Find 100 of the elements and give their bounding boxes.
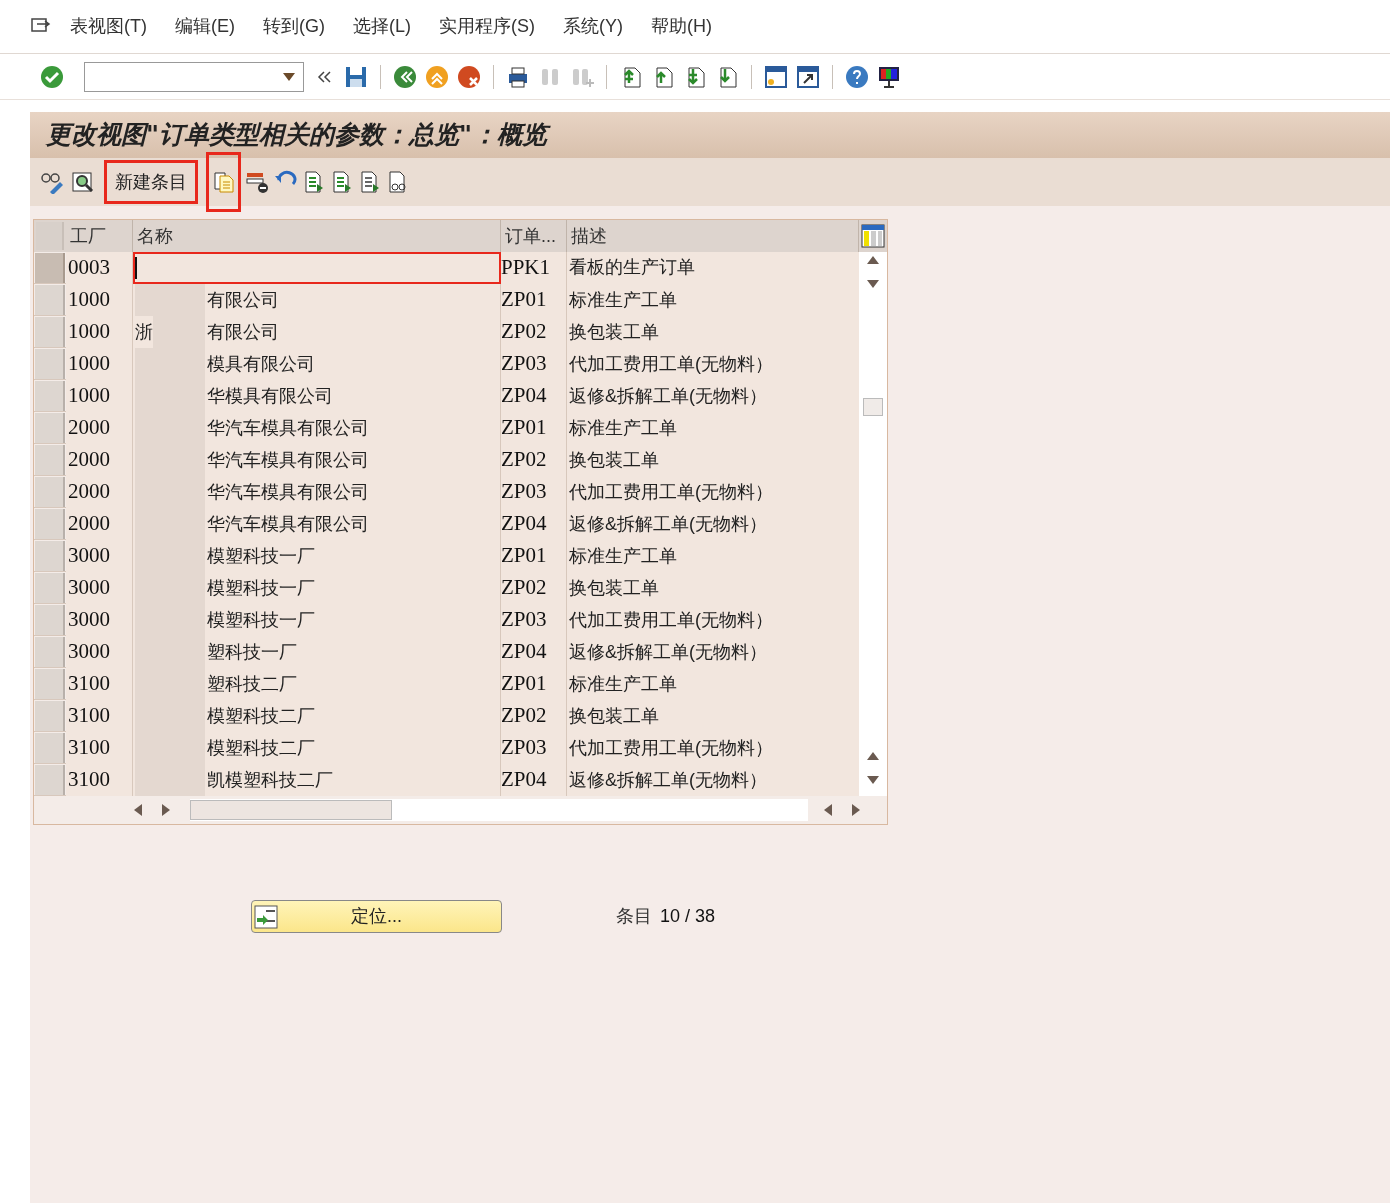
scroll-left-icon[interactable] <box>824 804 832 816</box>
table-cell: 返修&拆解工单(无物料） <box>567 636 859 668</box>
scroll-thumb[interactable] <box>863 398 883 416</box>
table-cell: 标准生产工单 <box>567 540 859 572</box>
table-cell: ZP04 <box>501 508 567 540</box>
menu-item[interactable]: 表视图(T) <box>70 13 147 40</box>
menu-item[interactable]: 帮助(H) <box>651 13 712 40</box>
name-field[interactable]: 华汽车模具有限公司 <box>133 412 501 444</box>
back-icon[interactable] <box>393 64 417 89</box>
scroll-up-icon[interactable] <box>867 752 879 760</box>
table-cell: 换包装工单 <box>567 572 859 604</box>
name-field[interactable] <box>133 252 501 284</box>
print-icon[interactable] <box>506 64 530 89</box>
save-icon[interactable] <box>344 64 368 89</box>
name-field[interactable]: 华汽车模具有限公司 <box>133 444 501 476</box>
name-field[interactable]: 华汽车模具有限公司 <box>133 476 501 508</box>
name-field[interactable]: 模塑科技一厂 <box>133 540 501 572</box>
table-cell: ZP01 <box>501 284 567 316</box>
display-icon[interactable] <box>70 170 96 194</box>
table-cell: ZP02 <box>501 444 567 476</box>
menu-item[interactable]: 转到(G) <box>263 13 325 40</box>
table-cell: 换包装工单 <box>567 316 859 348</box>
scroll-thumb[interactable] <box>190 800 392 820</box>
table-cell: 返修&拆解工单(无物料） <box>567 380 859 412</box>
entry-label: 条目 <box>616 905 652 928</box>
table-cell: 返修&拆解工单(无物料） <box>567 508 859 540</box>
vertical-scrollbar[interactable] <box>859 252 887 796</box>
title-bar: 更改视图"订单类型相关的参数：总览"：概览 <box>30 112 1390 158</box>
scroll-right-icon[interactable] <box>162 804 170 816</box>
entry-count: 10 / 38 <box>660 905 716 928</box>
name-field[interactable]: 凯模塑科技二厂 <box>133 764 501 796</box>
name-field[interactable]: 模塑科技二厂 <box>133 732 501 764</box>
name-text: 有限公司 <box>207 288 279 312</box>
name-field[interactable]: 模塑科技二厂 <box>133 700 501 732</box>
table-cell: 3100 <box>66 732 133 764</box>
name-text: 模具有限公司 <box>207 352 315 376</box>
table-cell: 3000 <box>66 540 133 572</box>
table-cell: 3000 <box>66 636 133 668</box>
table-cell: ZP03 <box>501 604 567 636</box>
table-cell: 3100 <box>66 700 133 732</box>
menu-item[interactable]: 系统(Y) <box>563 13 623 40</box>
name-field[interactable]: 模具有限公司 <box>133 348 501 380</box>
delete-row-icon[interactable] <box>245 170 269 194</box>
name-text: 塑科技二厂 <box>207 672 297 696</box>
cancel-icon[interactable] <box>457 64 481 89</box>
dropdown-icon[interactable] <box>283 72 295 81</box>
table-cell: 3100 <box>66 668 133 700</box>
table-cell: 2000 <box>66 476 133 508</box>
position-button[interactable]: 定位... <box>251 900 502 933</box>
table-cell: 0003 <box>66 252 133 284</box>
scroll-down-icon[interactable] <box>867 280 879 288</box>
monitor-icon[interactable] <box>877 64 901 89</box>
name-field[interactable]: 浙 有限公司 <box>133 316 501 348</box>
table-cell: 标准生产工单 <box>567 668 859 700</box>
scroll-left-icon[interactable] <box>134 804 142 816</box>
name-field[interactable]: 塑科技二厂 <box>133 668 501 700</box>
column-settings-icon[interactable] <box>861 224 885 248</box>
table-cell: ZP03 <box>501 476 567 508</box>
table-cell: 1000 <box>66 284 133 316</box>
name-field[interactable]: 华汽车模具有限公司 <box>133 508 501 540</box>
scroll-right-icon[interactable] <box>852 804 860 816</box>
name-text: 模塑科技一厂 <box>207 608 315 632</box>
name-text: 有限公司 <box>207 320 279 344</box>
name-text: 模塑科技一厂 <box>207 544 315 568</box>
table-cell: ZP04 <box>501 636 567 668</box>
scroll-up-icon[interactable] <box>867 256 879 264</box>
new-window-icon[interactable] <box>764 64 788 89</box>
table-cell: ZP01 <box>501 412 567 444</box>
table-cell: 代加工费用工单(无物料） <box>567 604 859 636</box>
table-cell: 标准生产工单 <box>567 284 859 316</box>
table-cell: 代加工费用工单(无物料） <box>567 476 859 508</box>
name-field[interactable]: 塑科技一厂 <box>133 636 501 668</box>
help-icon[interactable] <box>845 64 869 89</box>
glasses-pencil-icon[interactable] <box>38 170 66 194</box>
redaction-mask <box>135 284 205 316</box>
name-field[interactable]: 有限公司 <box>133 284 501 316</box>
table-cell: 换包装工单 <box>567 700 859 732</box>
name-field[interactable]: 模塑科技一厂 <box>133 572 501 604</box>
table-cell: ZP02 <box>501 700 567 732</box>
name-text: 凯模塑科技二厂 <box>207 768 333 792</box>
name-field[interactable]: 华模具有限公司 <box>133 380 501 412</box>
table-cell: ZP04 <box>501 764 567 796</box>
check-icon[interactable] <box>40 64 64 89</box>
name-text: 华汽车模具有限公司 <box>207 448 369 472</box>
name-field[interactable]: 模塑科技一厂 <box>133 604 501 636</box>
shortcut-icon[interactable] <box>796 64 820 89</box>
copy-icon[interactable] <box>211 170 236 194</box>
table-cell: ZP02 <box>501 572 567 604</box>
scroll-down-icon[interactable] <box>867 776 879 784</box>
new-entries-button[interactable]: 新建条目 <box>104 160 198 204</box>
table-cell: 代加工费用工单(无物料） <box>567 732 859 764</box>
menu-item[interactable]: 选择(L) <box>353 13 411 40</box>
table-cell: 3000 <box>66 604 133 636</box>
menu-item[interactable]: 实用程序(S) <box>439 13 535 40</box>
table-cell: 1000 <box>66 348 133 380</box>
name-text: 模塑科技一厂 <box>207 576 315 600</box>
table-cell: 代加工费用工单(无物料） <box>567 348 859 380</box>
menu-item[interactable]: 编辑(E) <box>175 13 235 40</box>
horizontal-scrollbar[interactable] <box>190 799 808 821</box>
command-field[interactable] <box>84 61 304 92</box>
